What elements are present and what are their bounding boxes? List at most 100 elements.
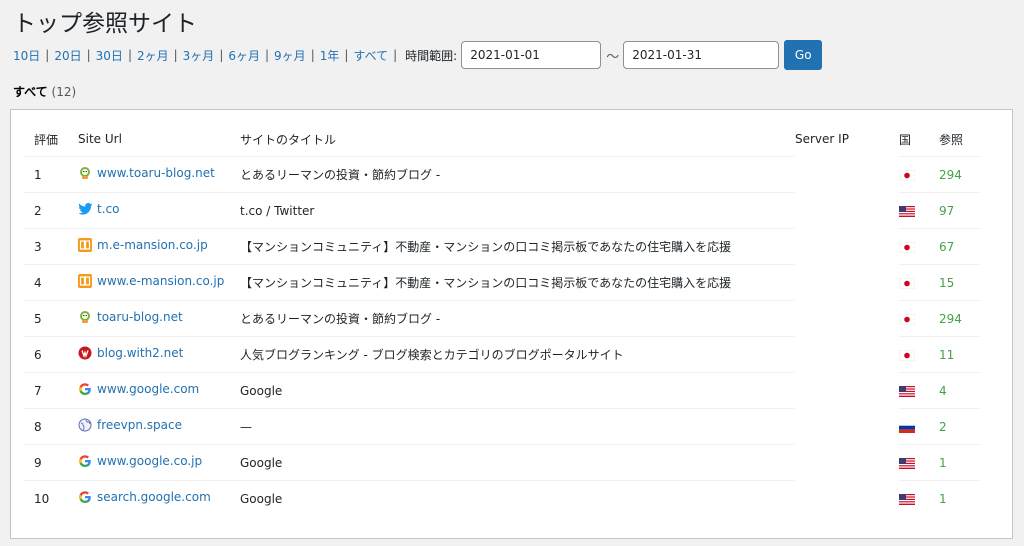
time-range-label: 時間範囲: (405, 48, 458, 63)
site-url-text: www.e-mansion.co.jp (97, 274, 225, 288)
filter-10-days[interactable]: 10日 (13, 47, 40, 64)
rank-cell: 7 (24, 372, 78, 409)
header-site-title: サイトのタイトル (240, 132, 337, 147)
referrers-panel: 評価 Site Url サイトのタイトル Server IP 国 参照 1 www… (10, 109, 1013, 539)
site-url-text: www.google.com (97, 382, 200, 396)
server-ip-cell (795, 301, 899, 337)
site-url-link[interactable]: t.co (78, 202, 119, 216)
site-url-cell: t.co (78, 192, 240, 229)
rank-cell: 3 (24, 228, 78, 265)
site-url-link[interactable]: www.e-mansion.co.jp (78, 274, 224, 288)
twitter-icon (78, 202, 93, 216)
toaru-blog-icon (78, 166, 92, 180)
header-server-ip: Server IP (795, 132, 849, 147)
site-url-text: search.google.com (97, 490, 211, 504)
table-row: 1 www.toaru-blog.net とあるリーマンの投資・節約ブログ - 294 (24, 156, 980, 193)
filter-3-months[interactable]: 3ヶ月 (183, 47, 215, 64)
filter-9-months[interactable]: 9ヶ月 (274, 47, 306, 64)
table-row: 5 toaru-blog.net とあるリーマンの投資・節約ブログ - 294 (24, 300, 980, 337)
filter-2-months[interactable]: 2ヶ月 (137, 47, 169, 64)
site-title-cell: Google (240, 444, 795, 481)
server-ip-cell (795, 265, 899, 301)
flag-jp-icon (899, 348, 915, 362)
country-cell (899, 228, 939, 265)
header-country: 国 (899, 132, 912, 147)
header-site-url: Site Url (78, 132, 122, 146)
site-url-text: m.e-mansion.co.jp (97, 238, 208, 252)
rank-cell: 4 (24, 264, 78, 301)
country-cell (899, 192, 939, 229)
separator: | (173, 48, 178, 62)
toaru-blog-icon (78, 310, 92, 324)
with2-icon (78, 346, 92, 360)
date-from-input[interactable] (461, 41, 602, 69)
referral-count-cell: 67 (939, 228, 980, 265)
site-url-link[interactable]: m.e-mansion.co.jp (78, 238, 208, 252)
site-url-link[interactable]: www.google.co.jp (78, 454, 202, 468)
header-rank: 評価 (34, 132, 59, 147)
site-title-cell: 【マンションコミュニティ】不動産・マンションの口コミ掲示板であなたの住宅購入を応… (240, 228, 795, 265)
separator: | (45, 48, 50, 62)
referral-count-cell: 2 (939, 408, 980, 445)
rank-cell: 6 (24, 336, 78, 373)
date-to-input[interactable] (623, 41, 780, 69)
site-url-cell: freevpn.space (78, 408, 240, 445)
separator: | (127, 48, 132, 62)
e-mansion-icon (78, 238, 92, 252)
date-filter-bar: 10日 | 20日 | 30日 | 2ヶ月 | 3ヶ月 | 6ヶ月 | 9ヶ月 | 1年 | す… (13, 40, 823, 70)
separator: | (393, 48, 398, 62)
flag-us-icon (899, 204, 915, 218)
e-mansion-icon (78, 274, 92, 288)
separator: | (310, 48, 315, 62)
site-title-cell: Google (240, 480, 795, 516)
site-url-text: toaru-blog.net (97, 310, 183, 324)
site-url-text: freevpn.space (97, 418, 183, 432)
filter-all[interactable]: すべて (353, 47, 388, 64)
country-cell (899, 264, 939, 301)
table-row: 2 t.co t.co / Twitter 97 (24, 192, 980, 229)
site-url-cell: toaru-blog.net (78, 300, 240, 337)
filter-20-days[interactable]: 20日 (54, 47, 81, 64)
site-url-cell: m.e-mansion.co.jp (78, 228, 240, 265)
site-url-link[interactable]: blog.with2.net (78, 346, 183, 360)
filter-30-days[interactable]: 30日 (96, 47, 123, 64)
flag-jp-icon (899, 312, 915, 326)
site-title-cell: とあるリーマンの投資・節約ブログ - (240, 300, 795, 337)
table-row: 9 www.google.co.jp Google 1 (24, 444, 980, 481)
site-url-link[interactable]: www.toaru-blog.net (78, 166, 215, 180)
site-url-cell: search.google.com (78, 480, 240, 516)
country-cell (899, 372, 939, 409)
site-url-link[interactable]: toaru-blog.net (78, 310, 183, 324)
referral-count-cell: 15 (939, 264, 980, 301)
site-url-link[interactable]: search.google.com (78, 490, 211, 504)
referral-count-cell: 1 (939, 480, 980, 516)
rank-cell: 9 (24, 444, 78, 481)
server-ip-cell (795, 157, 899, 193)
rank-cell: 10 (24, 480, 78, 516)
flag-jp-icon (899, 240, 915, 254)
site-url-link[interactable]: www.google.com (78, 382, 199, 396)
country-cell (899, 480, 939, 516)
site-url-text: blog.with2.net (97, 346, 184, 360)
table-row: 10 search.google.com Google 1 (24, 480, 980, 516)
table-row: 8 freevpn.space — 2 (24, 408, 980, 445)
site-title-cell: とあるリーマンの投資・節約ブログ - (240, 156, 795, 193)
summary-line: すべて (12) (13, 83, 76, 100)
table-row: 4 www.e-mansion.co.jp 【マンションコミュニティ】不動産・マンシ… (24, 264, 980, 301)
table-row: 7 www.google.com Google 4 (24, 372, 980, 409)
flag-ru-icon (899, 420, 915, 434)
flag-us-icon (899, 384, 915, 398)
country-cell (899, 408, 939, 445)
summary-label: すべて (13, 85, 48, 99)
rank-cell: 8 (24, 408, 78, 445)
header-referrals: 参照 (939, 132, 964, 147)
referral-count-cell: 4 (939, 372, 980, 409)
filter-6-months[interactable]: 6ヶ月 (228, 47, 260, 64)
summary-count: (12) (51, 85, 77, 99)
site-url-link[interactable]: freevpn.space (78, 418, 182, 432)
separator: | (86, 48, 91, 62)
rank-cell: 1 (24, 156, 78, 193)
site-url-text: t.co (97, 202, 120, 216)
filter-1-year[interactable]: 1年 (320, 47, 340, 64)
go-button[interactable]: Go (784, 40, 823, 70)
